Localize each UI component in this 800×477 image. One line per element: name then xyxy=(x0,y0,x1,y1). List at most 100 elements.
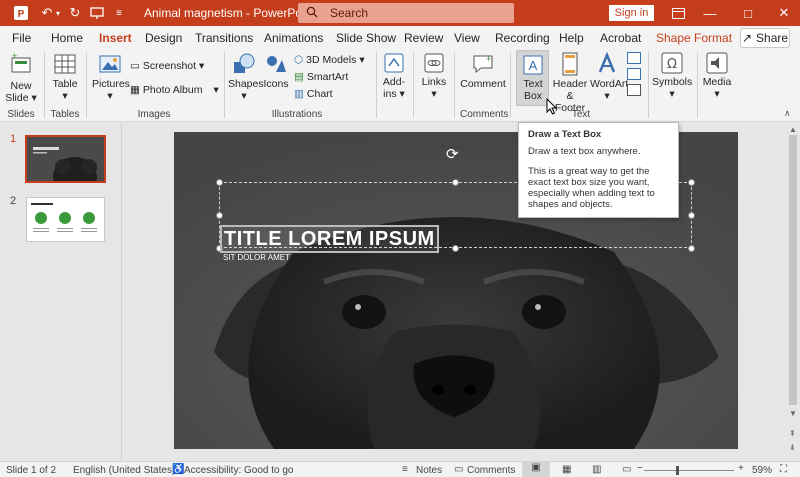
share-button[interactable]: ↗ Share xyxy=(740,28,790,48)
mouse-cursor-icon xyxy=(546,98,558,115)
thumbnail-number: 2 xyxy=(10,195,17,207)
maximize-button[interactable]: □ xyxy=(728,0,768,26)
separator xyxy=(86,52,87,118)
sign-in-button[interactable]: Sign in xyxy=(609,5,654,21)
shapes-button[interactable]: Shapes ▾ xyxy=(228,52,264,102)
minimize-button[interactable]: — xyxy=(690,0,730,26)
tab-design[interactable]: Design xyxy=(145,31,182,45)
ribbon-tabs: File Home Insert Design Transitions Anim… xyxy=(0,26,800,50)
scrollbar-thumb[interactable] xyxy=(789,135,797,405)
slide-thumbnail-2[interactable] xyxy=(26,197,105,242)
notes-button[interactable]: Notes xyxy=(416,465,442,476)
chart-button[interactable]: ▥ Chart xyxy=(294,88,333,100)
tab-shape-format[interactable]: Shape Format xyxy=(656,31,732,45)
zoom-out-icon[interactable]: − xyxy=(637,463,643,474)
separator xyxy=(413,52,414,118)
photo-album-button[interactable]: ▦ Photo Album ▾ xyxy=(130,84,219,96)
zoom-in-icon[interactable]: + xyxy=(738,463,744,474)
table-button[interactable]: Table ▾ xyxy=(48,52,82,102)
tab-help[interactable]: Help xyxy=(559,31,584,45)
svg-text:Ω: Ω xyxy=(667,57,677,72)
accessibility-icon[interactable]: ♿ xyxy=(172,464,184,475)
wordart-button[interactable]: WordArt ▾ xyxy=(590,52,628,102)
new-slide-button[interactable]: + New Slide ▾ xyxy=(4,52,38,104)
text-box-icon: A xyxy=(523,55,543,75)
slide-show-view-icon[interactable]: ▭ xyxy=(622,464,631,475)
tab-view[interactable]: View xyxy=(454,31,480,45)
rotate-handle-icon[interactable]: ⟳ xyxy=(446,145,462,163)
date-time-icon[interactable] xyxy=(627,52,641,64)
tab-home[interactable]: Home xyxy=(51,31,83,45)
tab-slide-show[interactable]: Slide Show xyxy=(336,31,396,45)
resize-handle[interactable] xyxy=(216,179,223,186)
title-bar: P ↶ ▾ ↻ ≡ Animal magnetism - PowerPoint … xyxy=(0,0,800,26)
slide-subtitle[interactable]: SIT DOLOR AMET xyxy=(223,253,290,262)
object-icon[interactable] xyxy=(627,84,641,96)
close-button[interactable]: ✕ xyxy=(764,0,800,26)
svg-text:+: + xyxy=(12,52,17,61)
slide-sorter-icon[interactable]: ▦ xyxy=(562,464,571,475)
resize-handle[interactable] xyxy=(688,212,695,219)
notes-icon[interactable]: ≡ xyxy=(402,464,408,475)
tooltip-detail: This is a great way to get the exact tex… xyxy=(528,166,655,210)
svg-text:P: P xyxy=(18,9,25,20)
tab-animations[interactable]: Animations xyxy=(264,31,323,45)
tab-transitions[interactable]: Transitions xyxy=(195,31,253,45)
media-button[interactable]: Media ▾ xyxy=(700,52,734,100)
tab-acrobat[interactable]: Acrobat xyxy=(600,31,641,45)
tab-insert[interactable]: Insert xyxy=(99,31,132,50)
language-indicator[interactable]: English (United States) xyxy=(73,465,175,476)
comments-icon[interactable]: ▭ xyxy=(454,464,463,475)
links-button[interactable]: Links ▾ xyxy=(418,52,450,100)
normal-view-icon[interactable]: ▣ xyxy=(522,462,550,477)
fit-to-window-icon[interactable]: ⛶ xyxy=(780,464,787,475)
smartart-button[interactable]: ▤ SmartArt xyxy=(294,71,348,83)
separator xyxy=(697,52,698,118)
customize-toolbar-icon[interactable]: ≡ xyxy=(106,0,132,26)
ribbon-insert: + New Slide ▾ Slides Table ▾ Tables Pictu… xyxy=(0,48,800,122)
vertical-scrollbar[interactable]: ▲ ▼ ⇞ ⇟ xyxy=(786,123,800,461)
slide-title[interactable]: TITLE LOREM IPSUM xyxy=(220,225,439,253)
tab-recording[interactable]: Recording xyxy=(495,31,550,45)
zoom-level[interactable]: 59% xyxy=(752,465,772,476)
next-slide-icon[interactable]: ⇟ xyxy=(789,443,796,452)
search-box[interactable]: Search xyxy=(298,3,514,23)
comment-icon: + xyxy=(473,54,493,74)
resize-handle[interactable] xyxy=(452,179,459,186)
photo-album-icon: ▦ xyxy=(130,84,140,96)
slide-editing-canvas: ⟳ TITLE LOREM IPSUM SIT DOLOR AMET xyxy=(122,123,786,461)
add-ins-icon xyxy=(384,53,404,73)
ribbon-display-options-icon[interactable] xyxy=(665,0,691,26)
previous-slide-icon[interactable]: ⇞ xyxy=(789,429,796,438)
search-icon xyxy=(306,6,318,21)
scroll-down-icon[interactable]: ▼ xyxy=(789,409,797,418)
resize-handle[interactable] xyxy=(688,245,695,252)
window-title: Animal magnetism - PowerPoint xyxy=(144,6,315,20)
slide-thumbnail-1[interactable] xyxy=(25,135,106,183)
tab-review[interactable]: Review xyxy=(404,31,443,45)
symbols-button[interactable]: Ω Symbols ▾ xyxy=(652,52,692,100)
pictures-button[interactable]: Pictures ▾ xyxy=(92,52,130,102)
comment-button[interactable]: + Comment xyxy=(460,52,506,90)
zoom-slider[interactable] xyxy=(644,470,734,471)
3d-models-button[interactable]: ⬡ 3D Models ▾ xyxy=(294,54,365,66)
reading-view-icon[interactable]: ▥ xyxy=(592,464,601,475)
slide-number-icon[interactable] xyxy=(627,68,641,80)
screenshot-button[interactable]: ▭ Screenshot ▾ xyxy=(130,60,204,72)
shapes-icon xyxy=(234,53,255,73)
accessibility-status[interactable]: Accessibility: Good to go xyxy=(184,465,294,476)
comments-button[interactable]: Comments xyxy=(467,465,515,476)
group-label-tables: Tables xyxy=(50,109,80,120)
resize-handle[interactable] xyxy=(216,212,223,219)
wordart-icon xyxy=(598,52,616,73)
add-ins-button[interactable]: Add- ins ▾ xyxy=(380,52,408,100)
zoom-slider-knob[interactable] xyxy=(676,466,679,475)
collapse-ribbon-icon[interactable]: ∧ xyxy=(784,108,791,119)
tab-file[interactable]: File xyxy=(12,31,31,45)
text-box-button[interactable]: A Text Box xyxy=(516,54,550,102)
resize-handle[interactable] xyxy=(688,179,695,186)
icons-button[interactable]: Icons xyxy=(262,52,290,90)
tooltip-description: Draw a text box anywhere. xyxy=(528,146,641,157)
resize-handle[interactable] xyxy=(452,245,459,252)
scroll-up-icon[interactable]: ▲ xyxy=(789,125,797,134)
